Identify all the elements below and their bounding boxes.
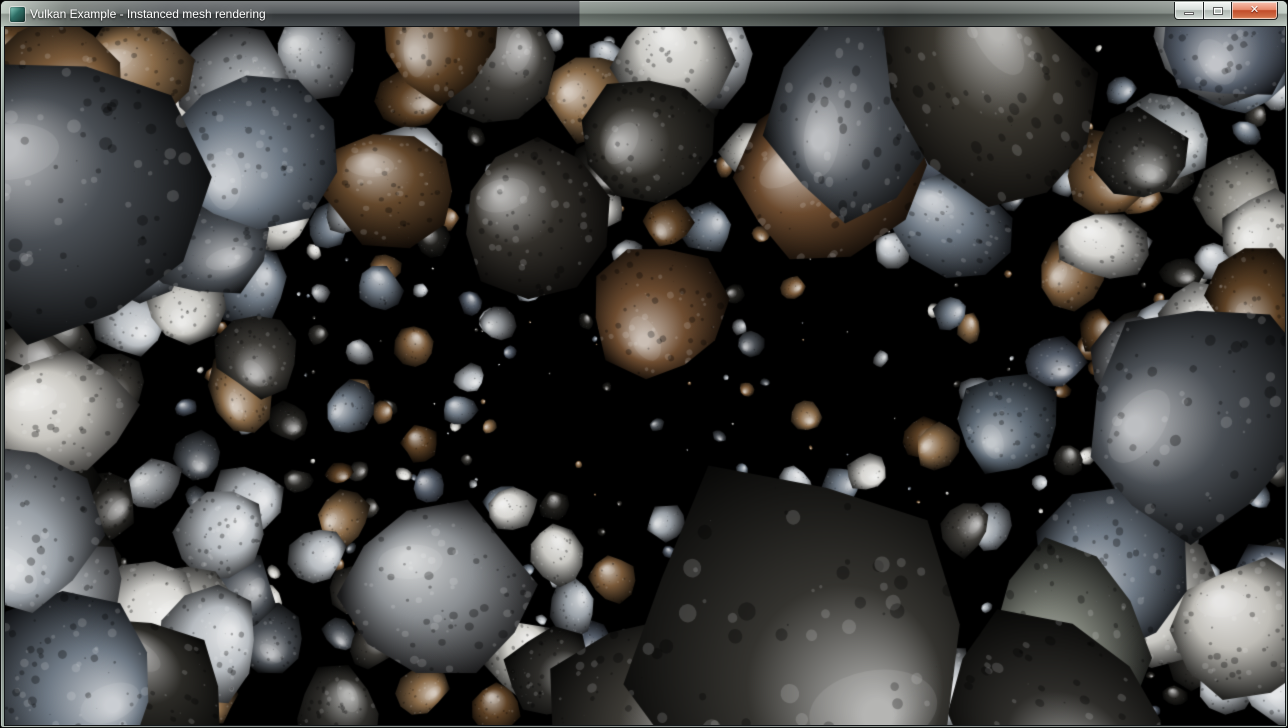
render-viewport[interactable] xyxy=(5,27,1285,725)
titlebar[interactable]: Vulkan Example - Instanced mesh renderin… xyxy=(1,1,1287,27)
app-icon xyxy=(10,7,25,22)
app-window: Vulkan Example - Instanced mesh renderin… xyxy=(0,0,1288,728)
maximize-icon xyxy=(1213,7,1223,15)
minimize-button[interactable] xyxy=(1174,2,1203,20)
close-icon: ✕ xyxy=(1250,5,1259,16)
caption-buttons: ✕ xyxy=(1174,2,1278,20)
rock-scene-canvas[interactable] xyxy=(5,27,1285,725)
maximize-button[interactable] xyxy=(1203,2,1231,20)
minimize-icon xyxy=(1184,12,1194,15)
close-button[interactable]: ✕ xyxy=(1231,2,1278,20)
window-title: Vulkan Example - Instanced mesh renderin… xyxy=(30,1,266,27)
